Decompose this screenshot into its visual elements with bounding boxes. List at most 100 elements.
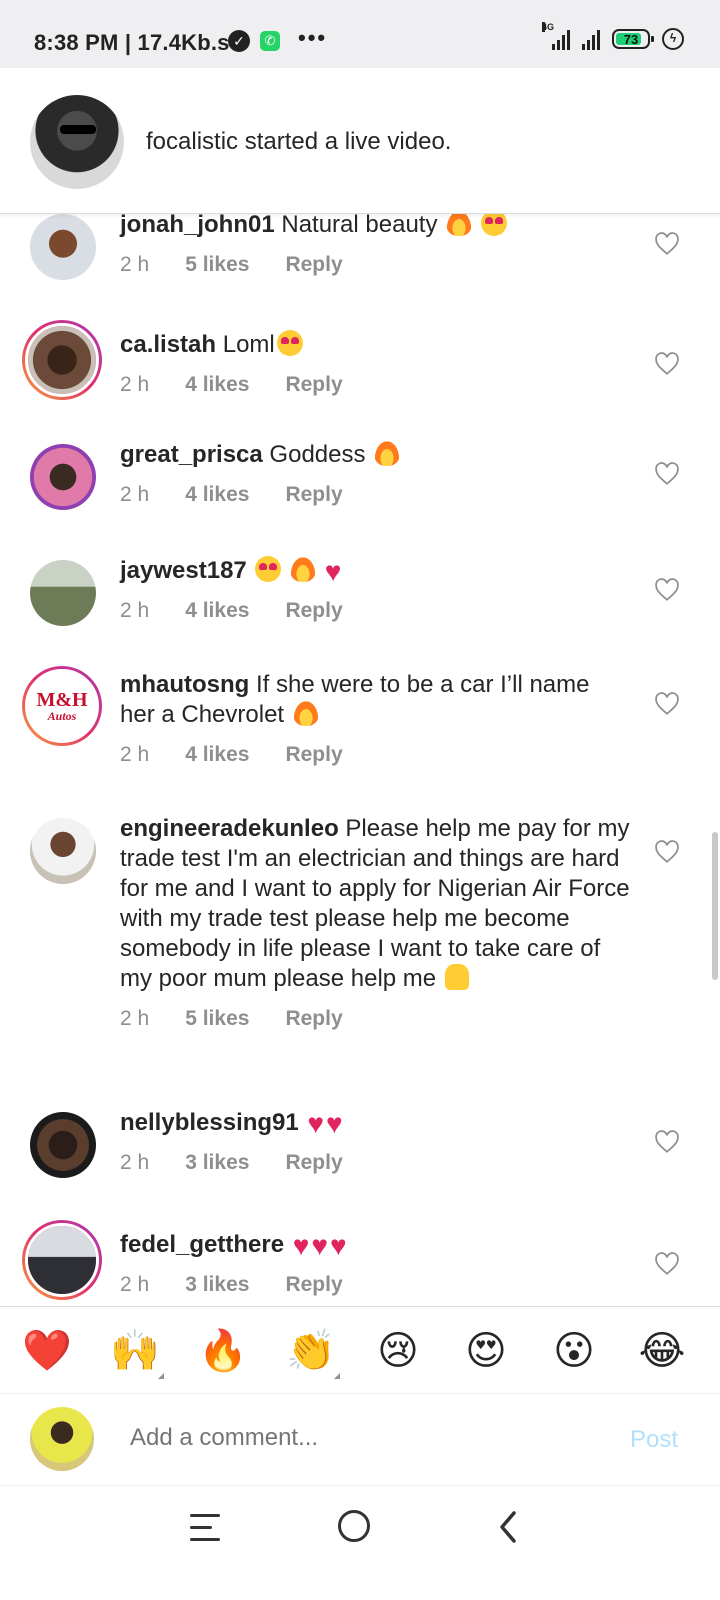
whatsapp-icon: ✆ <box>260 31 280 51</box>
comment-time: 2 h <box>120 1007 150 1030</box>
comment-username[interactable]: mhautosng <box>120 671 249 698</box>
comments-list[interactable]: jonah_john01 Natural beauty 2 h 5 likes … <box>0 214 720 1310</box>
brand-logo-text: M&H <box>36 689 88 711</box>
comment-username[interactable]: jaywest187 <box>120 557 247 584</box>
comment-username[interactable]: nellyblessing91 <box>120 1109 299 1136</box>
comment-item: fedel_getthere ♥♥♥ 2 h 3 likes Reply <box>0 1220 720 1310</box>
live-user-avatar[interactable] <box>30 95 124 189</box>
status-time: 8:38 PM | 17.4Kb.s <box>34 30 230 55</box>
clapping-hands-reaction-icon[interactable]: 👏 <box>286 1327 340 1379</box>
current-user-avatar <box>30 1407 94 1471</box>
quick-reactions-bar: ❤️ 🙌 🔥 👏 😢 😍 😮 😂 <box>0 1306 720 1394</box>
avatar-with-story-ring[interactable]: M&H Autos <box>22 666 102 746</box>
avatar[interactable] <box>30 1112 96 1178</box>
home-icon[interactable] <box>338 1510 370 1542</box>
avatar[interactable] <box>30 560 96 626</box>
comment-likes[interactable]: 5 likes <box>185 250 249 280</box>
like-heart-icon[interactable] <box>654 1130 680 1154</box>
comment-likes[interactable]: 4 likes <box>185 596 249 626</box>
red-heart-emoji-icon: ♥ <box>307 1108 325 1139</box>
avatar-with-story-ring[interactable] <box>22 320 102 400</box>
comment-text: Natural beauty <box>281 214 438 238</box>
heart-eyes-emoji-icon <box>255 556 282 582</box>
avatar[interactable] <box>30 444 96 510</box>
reply-button[interactable]: Reply <box>285 1004 342 1034</box>
signal-icon <box>582 28 600 50</box>
comment-item: ca.listah Loml 2 h 4 likes Reply <box>0 320 720 420</box>
red-heart-emoji-icon: ♥ <box>329 1230 347 1261</box>
comment-time: 2 h <box>120 483 150 506</box>
fire-reaction-icon[interactable]: 🔥 <box>198 1327 248 1375</box>
comment-item: jaywest187 ♥ 2 h 4 likes Reply <box>0 556 720 660</box>
live-notification-text: focalistic started a live video. <box>146 128 452 155</box>
comment-item: nellyblessing91 ♥♥ 2 h 3 likes Reply <box>0 1108 720 1212</box>
live-notification-banner[interactable]: focalistic started a live video. <box>0 68 720 214</box>
brand-logo-subtext: Autos <box>47 709 77 723</box>
more-notifications-icon: ••• <box>298 25 328 50</box>
comment-likes[interactable]: 3 likes <box>185 1148 249 1178</box>
comment-likes[interactable]: 4 likes <box>185 740 249 770</box>
comment-username[interactable]: jonah_john01 <box>120 214 275 238</box>
comment-username[interactable]: fedel_getthere <box>120 1231 284 1258</box>
raising-hands-reaction-icon[interactable]: 🙌 <box>110 1327 164 1379</box>
system-navigation-bar <box>0 1486 720 1600</box>
avatar-with-story-ring[interactable] <box>22 1220 102 1300</box>
crying-face-reaction-icon[interactable]: 😢 <box>374 1327 422 1375</box>
heart-eyes-reaction-icon[interactable]: 😍 <box>462 1327 510 1375</box>
signal-4g-icon: 4G <box>542 22 570 50</box>
scrollbar[interactable] <box>712 832 718 980</box>
reply-button[interactable]: Reply <box>285 370 342 400</box>
reply-button[interactable]: Reply <box>285 480 342 510</box>
fire-emoji-icon <box>446 214 473 236</box>
comment-item: great_prisca Goddess 2 h 4 likes Reply <box>0 440 720 544</box>
tears-of-joy-reaction-icon[interactable]: 😂 <box>638 1327 686 1375</box>
like-heart-icon[interactable] <box>654 1252 680 1276</box>
heart-eyes-emoji-icon <box>276 330 303 356</box>
battery-icon: 73 <box>612 29 654 49</box>
reply-button[interactable]: Reply <box>285 1270 342 1300</box>
comment-username[interactable]: engineeradekunleo <box>120 815 339 842</box>
status-notification-icons: ✓ ✆ ••• <box>228 25 327 52</box>
like-heart-icon[interactable] <box>654 352 680 376</box>
fire-emoji-icon <box>292 700 319 726</box>
comment-text: Loml <box>222 331 275 358</box>
battery-level: 73 <box>623 31 639 47</box>
comment-likes[interactable]: 5 likes <box>185 1004 249 1034</box>
post-button[interactable]: Post <box>630 1426 678 1454</box>
comment-likes[interactable]: 4 likes <box>185 370 249 400</box>
comment-item: jonah_john01 Natural beauty 2 h 5 likes … <box>0 214 720 314</box>
comment-time: 2 h <box>120 1151 150 1174</box>
reply-button[interactable]: Reply <box>285 250 342 280</box>
red-heart-emoji-icon: ♥ <box>311 1230 328 1261</box>
avatar[interactable] <box>30 818 96 884</box>
charging-icon: ϟ <box>662 28 684 50</box>
comment-username[interactable]: great_prisca <box>120 441 263 468</box>
comment-item: M&H Autos mhautosng If she were to be a … <box>0 666 720 786</box>
fire-emoji-icon <box>290 556 317 582</box>
like-heart-icon[interactable] <box>654 692 680 716</box>
comment-time: 2 h <box>120 599 150 622</box>
like-heart-icon[interactable] <box>654 232 680 256</box>
network-type-label: 4G <box>542 22 555 32</box>
reply-button[interactable]: Reply <box>285 740 342 770</box>
red-heart-reaction-icon[interactable]: ❤️ <box>22 1327 72 1375</box>
like-heart-icon[interactable] <box>654 462 680 486</box>
avatar[interactable] <box>30 214 96 280</box>
folded-hands-emoji-icon <box>444 964 469 990</box>
reply-button[interactable]: Reply <box>285 596 342 626</box>
recent-apps-icon[interactable] <box>190 1514 224 1542</box>
comment-username[interactable]: ca.listah <box>120 331 216 358</box>
like-heart-icon[interactable] <box>654 840 680 864</box>
status-bar: 8:38 PM | 17.4Kb.s ✓ ✆ ••• 4G 73 ϟ <box>0 0 720 68</box>
comment-likes[interactable]: 3 likes <box>185 1270 249 1300</box>
surprised-face-reaction-icon[interactable]: 😮 <box>550 1327 598 1375</box>
comment-text: Goddess <box>269 441 366 468</box>
back-icon[interactable] <box>494 1510 524 1544</box>
reply-button[interactable]: Reply <box>285 1148 342 1178</box>
comment-time: 2 h <box>120 373 150 396</box>
comment-time: 2 h <box>120 1273 150 1296</box>
comment-likes[interactable]: 4 likes <box>185 480 249 510</box>
comment-input[interactable] <box>130 1424 590 1452</box>
like-heart-icon[interactable] <box>654 578 680 602</box>
red-heart-emoji-icon: ♥ <box>326 1108 343 1139</box>
